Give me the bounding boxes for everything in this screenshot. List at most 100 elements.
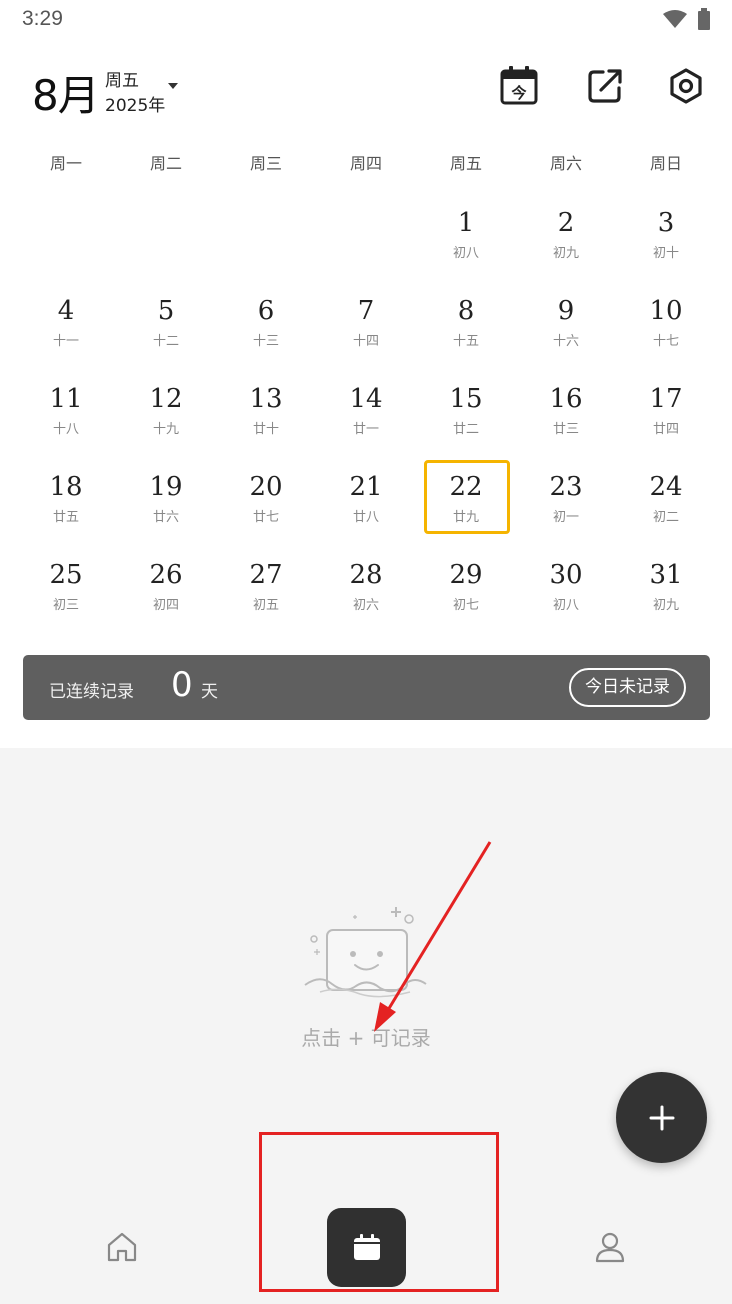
share-button[interactable] bbox=[583, 64, 627, 108]
calendar-day[interactable]: 28 初六 bbox=[316, 542, 416, 630]
nav-profile[interactable] bbox=[588, 1225, 632, 1269]
calendar-day[interactable]: 31 初九 bbox=[616, 542, 716, 630]
nav-home[interactable] bbox=[100, 1225, 144, 1269]
dropdown-caret-icon bbox=[168, 83, 178, 89]
weekday-thu: 周四 bbox=[349, 154, 382, 173]
lunar-date: 初六 bbox=[352, 598, 379, 613]
calendar-day[interactable]: 18 廿五 bbox=[16, 454, 116, 542]
calendar-day[interactable]: 1 初八 bbox=[416, 190, 516, 278]
day-number: 6 bbox=[257, 296, 275, 326]
lunar-date: 十一 bbox=[52, 334, 79, 349]
day-number: 28 bbox=[349, 560, 383, 590]
day-number: 1 bbox=[457, 208, 475, 238]
calendar-day[interactable]: 4 十一 bbox=[16, 278, 116, 366]
lunar-date: 廿三 bbox=[552, 422, 579, 437]
day-number: 4 bbox=[57, 296, 75, 326]
lunar-date: 十五 bbox=[452, 334, 479, 349]
weekday-label: 周五 bbox=[105, 71, 139, 91]
day-number: 5 bbox=[157, 296, 175, 326]
calendar-day[interactable]: 20 廿七 bbox=[216, 454, 316, 542]
lunar-date: 十六 bbox=[552, 334, 579, 349]
top-panel: 3:29 8月 周五 2025年 今 周一 周二 周三 周四 周五 周六 周日 … bbox=[0, 0, 732, 748]
weekday-wed: 周三 bbox=[249, 154, 282, 173]
weekday-mon: 周一 bbox=[49, 154, 82, 173]
calendar-day[interactable]: 26 初四 bbox=[116, 542, 216, 630]
lunar-date: 初九 bbox=[652, 598, 679, 613]
home-icon bbox=[107, 1232, 137, 1262]
settings-icon bbox=[670, 68, 702, 104]
share-icon bbox=[588, 69, 622, 103]
today-button[interactable]: 今 bbox=[497, 64, 541, 108]
lunar-date: 十九 bbox=[152, 422, 179, 437]
lunar-date: 初四 bbox=[152, 598, 179, 613]
lunar-date: 初一 bbox=[552, 510, 579, 525]
calendar-day[interactable]: 21 廿八 bbox=[316, 454, 416, 542]
calendar-day[interactable]: 27 初五 bbox=[216, 542, 316, 630]
calendar-day[interactable]: 10 十七 bbox=[616, 278, 716, 366]
day-number: 11 bbox=[49, 384, 83, 414]
day-number: 24 bbox=[649, 472, 683, 502]
calendar-day[interactable]: 17 廿四 bbox=[616, 366, 716, 454]
calendar-day[interactable]: 22 廿九 bbox=[416, 454, 516, 542]
weekday-tue: 周二 bbox=[149, 154, 182, 173]
weekday-fri: 周五 bbox=[449, 154, 482, 173]
calendar-day[interactable]: 29 初七 bbox=[416, 542, 516, 630]
day-number: 10 bbox=[649, 296, 683, 326]
calendar-today-icon: 今 bbox=[500, 66, 538, 105]
day-number: 14 bbox=[349, 384, 383, 414]
calendar-day[interactable]: 5 十二 bbox=[116, 278, 216, 366]
calendar-day[interactable]: 14 廿一 bbox=[316, 366, 416, 454]
wifi-icon bbox=[663, 10, 687, 28]
settings-button[interactable] bbox=[664, 64, 708, 108]
calendar-day[interactable]: 12 十九 bbox=[116, 366, 216, 454]
add-record-button[interactable] bbox=[616, 1072, 707, 1163]
day-number: 30 bbox=[549, 560, 583, 590]
lunar-date: 初七 bbox=[452, 598, 479, 613]
day-number: 17 bbox=[649, 384, 683, 414]
day-number: 9 bbox=[557, 296, 575, 326]
day-number: 7 bbox=[357, 296, 375, 326]
lunar-date: 初五 bbox=[252, 598, 279, 613]
empty-state-illustration bbox=[304, 907, 427, 998]
day-number: 3 bbox=[657, 208, 675, 238]
calendar-day[interactable]: 23 初一 bbox=[516, 454, 616, 542]
calendar-day[interactable]: 11 十八 bbox=[16, 366, 116, 454]
weekday-header: 周一 周二 周三 周四 周五 周六 周日 bbox=[16, 150, 716, 174]
calendar-day[interactable]: 30 初八 bbox=[516, 542, 616, 630]
lunar-date: 十八 bbox=[52, 422, 79, 437]
lunar-date: 廿六 bbox=[152, 510, 179, 525]
lunar-date: 廿二 bbox=[452, 422, 479, 437]
calendar-day[interactable]: 8 十五 bbox=[416, 278, 516, 366]
day-number: 16 bbox=[549, 384, 583, 414]
status-icons bbox=[662, 8, 710, 30]
battery-icon bbox=[698, 8, 710, 30]
month-label: 8月 bbox=[32, 71, 100, 120]
lunar-date: 廿八 bbox=[352, 510, 379, 525]
calendar-day[interactable]: 24 初二 bbox=[616, 454, 716, 542]
calendar-day[interactable]: 6 十三 bbox=[216, 278, 316, 366]
day-number: 21 bbox=[349, 472, 383, 502]
lunar-date: 初八 bbox=[452, 246, 479, 261]
status-bar: 3:29 bbox=[0, 0, 732, 40]
calendar-day[interactable]: 15 廿二 bbox=[416, 366, 516, 454]
calendar-day[interactable]: 13 廿十 bbox=[216, 366, 316, 454]
day-number: 12 bbox=[149, 384, 183, 414]
lunar-date: 初十 bbox=[652, 246, 679, 261]
today-status-button[interactable]: 今日未记录 bbox=[569, 668, 686, 707]
streak-bar: 已连续记录 0 天 今日未记录 bbox=[23, 655, 710, 720]
calendar-day[interactable]: 3 初十 bbox=[616, 190, 716, 278]
calendar-day[interactable]: 19 廿六 bbox=[116, 454, 216, 542]
calendar-day[interactable]: 7 十四 bbox=[316, 278, 416, 366]
lunar-date: 廿四 bbox=[652, 422, 679, 437]
lunar-date: 初九 bbox=[552, 246, 579, 261]
status-time: 3:29 bbox=[22, 7, 63, 30]
calendar-day[interactable]: 16 廿三 bbox=[516, 366, 616, 454]
today-highlight bbox=[424, 460, 510, 534]
calendar-day[interactable]: 25 初三 bbox=[16, 542, 116, 630]
today-icon-char: 今 bbox=[510, 84, 526, 102]
lunar-date: 廿一 bbox=[352, 422, 379, 437]
empty-state-text: 点击 + 可记录 bbox=[301, 1026, 431, 1050]
lunar-date: 廿十 bbox=[252, 422, 279, 437]
calendar-day[interactable]: 9 十六 bbox=[516, 278, 616, 366]
calendar-day[interactable]: 2 初九 bbox=[516, 190, 616, 278]
